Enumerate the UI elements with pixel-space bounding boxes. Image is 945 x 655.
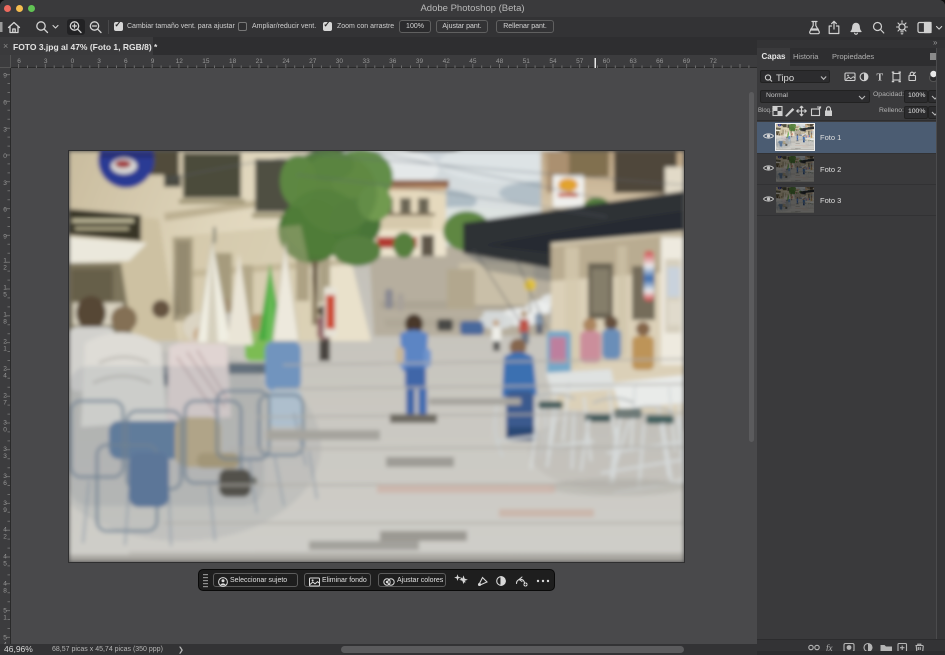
svg-text:3: 3 <box>44 58 48 65</box>
svg-text:T: T <box>877 73 884 84</box>
svg-text:6: 6 <box>3 207 7 214</box>
svg-text:6: 6 <box>3 100 7 107</box>
svg-text:48: 48 <box>496 58 504 65</box>
svg-text:1: 1 <box>3 346 7 353</box>
svg-text:15: 15 <box>202 58 210 65</box>
svg-text:1: 1 <box>3 258 7 265</box>
svg-text:69: 69 <box>683 58 691 65</box>
svg-text:21: 21 <box>256 58 264 65</box>
svg-text:51: 51 <box>523 58 531 65</box>
svg-text:4: 4 <box>3 554 7 561</box>
svg-text:42: 42 <box>443 58 451 65</box>
svg-text:0: 0 <box>71 58 75 65</box>
svg-text:5: 5 <box>3 608 7 615</box>
svg-text:24: 24 <box>282 58 290 65</box>
svg-text:0: 0 <box>3 427 7 434</box>
svg-text:6: 6 <box>3 480 7 487</box>
svg-text:9: 9 <box>3 73 7 80</box>
svg-text:0: 0 <box>3 153 7 160</box>
svg-text:2: 2 <box>3 393 7 400</box>
svg-text:66: 66 <box>656 58 664 65</box>
svg-text:2: 2 <box>3 339 7 346</box>
svg-text:1: 1 <box>3 285 7 292</box>
svg-text:7: 7 <box>3 400 7 407</box>
svg-text:2: 2 <box>3 534 7 541</box>
svg-text:3: 3 <box>3 180 7 187</box>
svg-text:27: 27 <box>309 58 317 65</box>
svg-text:39: 39 <box>416 58 424 65</box>
svg-text:36: 36 <box>389 58 397 65</box>
svg-text:2: 2 <box>3 265 7 272</box>
svg-text:8: 8 <box>3 588 7 595</box>
svg-text:4: 4 <box>3 527 7 534</box>
svg-text:3: 3 <box>3 446 7 453</box>
svg-text:6: 6 <box>124 58 128 65</box>
svg-text:1: 1 <box>3 312 7 319</box>
svg-text:9: 9 <box>151 58 155 65</box>
svg-text:3: 3 <box>3 127 7 134</box>
svg-text:Tipo: Tipo <box>776 73 794 84</box>
svg-text:30: 30 <box>336 58 344 65</box>
svg-text:5: 5 <box>3 635 7 642</box>
svg-text:8: 8 <box>3 319 7 326</box>
svg-text:60: 60 <box>603 58 611 65</box>
svg-text:63: 63 <box>629 58 637 65</box>
svg-text:1: 1 <box>3 615 7 622</box>
svg-text:4: 4 <box>3 373 7 380</box>
svg-text:4: 4 <box>3 581 7 588</box>
svg-text:54: 54 <box>549 58 557 65</box>
svg-text:3: 3 <box>3 473 7 480</box>
svg-text:12: 12 <box>176 58 184 65</box>
svg-text:3: 3 <box>3 500 7 507</box>
svg-text:2: 2 <box>3 366 7 373</box>
svg-text:5: 5 <box>3 561 7 568</box>
svg-text:3: 3 <box>3 420 7 427</box>
svg-text:33: 33 <box>362 58 370 65</box>
svg-text:9: 9 <box>3 234 7 241</box>
svg-text:9: 9 <box>3 507 7 514</box>
svg-text:45: 45 <box>469 58 477 65</box>
svg-text:72: 72 <box>710 58 718 65</box>
svg-text:3: 3 <box>97 58 101 65</box>
svg-text:5: 5 <box>3 292 7 299</box>
svg-text:18: 18 <box>229 58 237 65</box>
svg-text:57: 57 <box>576 58 584 65</box>
svg-text:6: 6 <box>17 58 21 65</box>
svg-text:3: 3 <box>3 453 7 460</box>
